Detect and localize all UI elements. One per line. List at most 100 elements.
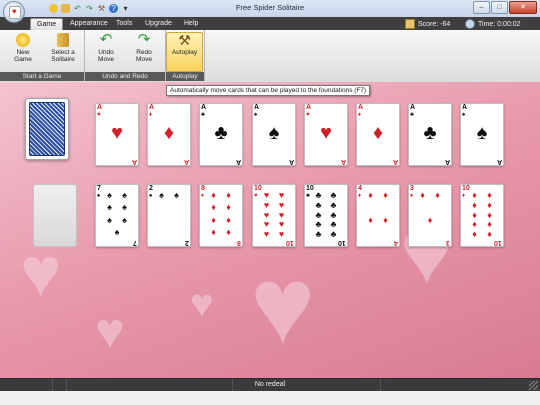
card-pip: ♥ bbox=[278, 229, 285, 240]
window-title: Free Spider Solitaire bbox=[235, 3, 305, 12]
tableau-card[interactable]: 10 ♣ 10 ♣ ♣ ♣ ♣ ♣ ♣ ♣ ♣ ♣ ♣ bbox=[304, 184, 348, 247]
card-pip: ♦ bbox=[420, 190, 425, 200]
card-rank-bottom: 8 bbox=[237, 239, 241, 246]
window-controls: – □ ✕ bbox=[473, 1, 537, 14]
card-rank: 7 bbox=[97, 185, 101, 192]
card-center-suit: ♥ bbox=[111, 122, 123, 144]
card-rank: 4 bbox=[358, 185, 362, 192]
card-pip: ♠ bbox=[122, 202, 127, 213]
new-game-label: New bbox=[16, 49, 30, 56]
card-pip: ♥ bbox=[263, 229, 270, 240]
card-rank-bottom: A bbox=[235, 158, 241, 165]
redo-move-label-2: Move bbox=[136, 56, 152, 63]
card-pip: ♦ bbox=[211, 202, 216, 213]
tableau-card[interactable]: 8 ♦ 8 ♦ ♦ ♦ ♦ ♦ ♦ ♦ ♦ bbox=[199, 184, 243, 247]
autoplay-tooltip: Automatically move cards that can be pla… bbox=[166, 85, 371, 96]
card-rank-bottom: 7 bbox=[133, 239, 137, 246]
card-center-suit: ♠ bbox=[476, 122, 488, 144]
tab-tools[interactable]: Tools bbox=[110, 18, 138, 30]
card-suit-small: ♦ bbox=[462, 193, 466, 199]
card-rank-bottom: A bbox=[131, 158, 137, 165]
card-pip: ♦ bbox=[472, 229, 477, 240]
new-game-button[interactable]: New Game bbox=[4, 33, 42, 71]
card-pip: ♠ bbox=[114, 226, 120, 237]
foundations-card[interactable]: A ♦ A ♦ bbox=[356, 103, 400, 166]
card-suit-small: ♥ bbox=[306, 112, 310, 118]
select-solitaire-label: Select a bbox=[51, 49, 75, 56]
card-suit-small: ♠ bbox=[462, 112, 466, 118]
card-pip: ♦ bbox=[226, 226, 231, 237]
card-center-suit: ♦ bbox=[372, 122, 384, 144]
close-button[interactable]: ✕ bbox=[509, 1, 537, 14]
ribbon-panel: New Game Select a Solitaire Start a Game… bbox=[0, 30, 540, 83]
app-menu-button[interactable] bbox=[3, 1, 25, 23]
card-pips: ♥ ♥ ♥ ♥ ♥ ♥ ♥ ♥ ♥ ♥ bbox=[259, 191, 289, 240]
undo-move-button[interactable]: ↶ Undo Move bbox=[87, 32, 125, 71]
card-rank: A bbox=[306, 104, 312, 111]
hammer-icon: ⚒ bbox=[178, 32, 191, 48]
tab-help[interactable]: Help bbox=[178, 18, 204, 30]
foundations-card[interactable]: A ♦ A ♦ bbox=[147, 103, 191, 166]
card-pips: ♦ ♦ ♦ bbox=[415, 191, 445, 240]
card-rank: A bbox=[410, 104, 416, 111]
ribbon-tab-bar: Game Appearance Tools Upgrade Help Score… bbox=[0, 17, 540, 31]
card-pip: ♦ bbox=[226, 202, 231, 213]
autoplay-button[interactable]: ⚒ Autoplay bbox=[166, 32, 203, 72]
select-solitaire-button[interactable]: Select a Solitaire bbox=[44, 33, 82, 71]
stock-pile[interactable] bbox=[25, 98, 69, 160]
foundations-card[interactable]: A ♥ A ♥ bbox=[304, 103, 348, 166]
ribbon-group-label: Undo and Redo bbox=[85, 72, 165, 81]
card-pip: ♦ bbox=[435, 190, 440, 200]
resize-grip[interactable] bbox=[529, 381, 538, 390]
foundations-card[interactable]: A ♠ A ♠ bbox=[252, 103, 296, 166]
status-text: No redeal bbox=[254, 381, 286, 388]
empty-tableau-slot[interactable] bbox=[33, 184, 77, 247]
tableau-card[interactable]: 4 ♦ 4 ♦ ♦ ♦ ♦ bbox=[356, 184, 400, 247]
status-bar: No redeal bbox=[0, 378, 540, 392]
card-rank-bottom: A bbox=[288, 158, 294, 165]
tableau-card[interactable]: 3 ♦ 3 ♦ ♦ ♦ bbox=[408, 184, 452, 247]
card-pips: ♣ ♣ ♣ ♣ ♣ ♣ ♣ ♣ ♣ ♣ bbox=[311, 191, 341, 240]
card-pip: ♦ bbox=[211, 226, 216, 237]
card-suit-small: ♠ bbox=[254, 112, 258, 118]
card-rank: A bbox=[149, 104, 155, 111]
card-back bbox=[29, 102, 65, 156]
card-rank: A bbox=[201, 104, 207, 111]
card-pip: ♣ bbox=[315, 229, 322, 240]
card-suit-small: ♣ bbox=[306, 193, 310, 199]
foundations-card[interactable]: A ♠ A ♠ bbox=[460, 103, 504, 166]
minimize-button[interactable]: – bbox=[473, 1, 490, 14]
clock-icon bbox=[465, 19, 475, 29]
tableau-card[interactable]: 10 ♥ 10 ♥ ♥ ♥ ♥ ♥ ♥ ♥ ♥ ♥ ♥ bbox=[252, 184, 296, 247]
tableau-card[interactable]: 7 ♠ 7 ♠ ♠ ♠ ♠ ♠ ♠ ♠ bbox=[95, 184, 139, 247]
card-suit-small: ♣ bbox=[201, 112, 205, 118]
ribbon-group-start-game: New Game Select a Solitaire Start a Game bbox=[0, 30, 85, 81]
tableau-card[interactable]: 2 ♠ 2 ♠ ♠ bbox=[147, 184, 191, 247]
card-pip: ♦ bbox=[383, 190, 388, 200]
tab-upgrade[interactable]: Upgrade bbox=[139, 18, 178, 30]
card-suit-small: ♠ bbox=[97, 193, 101, 199]
card-pip: ♠ bbox=[174, 190, 179, 200]
maximize-button[interactable]: □ bbox=[491, 1, 508, 14]
ribbon-group-label: Start a Game bbox=[0, 72, 84, 81]
card-suit-small: ♦ bbox=[358, 193, 362, 199]
card-center-suit: ♣ bbox=[214, 122, 228, 144]
card-pip: ♦ bbox=[211, 214, 216, 225]
card-rank-bottom: 10 bbox=[494, 239, 502, 246]
card-pip: ♠ bbox=[159, 190, 164, 200]
card-pips: ♠ ♠ ♠ ♠ ♠ ♠ ♠ bbox=[102, 190, 132, 240]
card-suit-small: ♦ bbox=[201, 193, 205, 199]
foundations-card[interactable]: A ♣ A ♣ bbox=[408, 103, 452, 166]
background-heart: ♥ bbox=[250, 244, 316, 367]
redo-arrow-icon: ↷ bbox=[137, 31, 151, 48]
card-pip: ♣ bbox=[330, 229, 337, 240]
card-pip: ♠ bbox=[122, 214, 127, 225]
card-pip: ♦ bbox=[487, 229, 492, 240]
foundations-card[interactable]: A ♥ A ♥ bbox=[95, 103, 139, 166]
background-heart: ♥ bbox=[190, 282, 214, 326]
tableau-card[interactable]: 10 ♦ 10 ♦ ♦ ♦ ♦ ♦ ♦ ♦ ♦ ♦ ♦ bbox=[460, 184, 504, 247]
card-rank-bottom: 4 bbox=[394, 239, 398, 246]
redo-move-button[interactable]: ↷ Redo Move bbox=[125, 31, 163, 71]
tab-appearance[interactable]: Appearance bbox=[64, 18, 114, 30]
foundations-card[interactable]: A ♣ A ♣ bbox=[199, 103, 243, 166]
